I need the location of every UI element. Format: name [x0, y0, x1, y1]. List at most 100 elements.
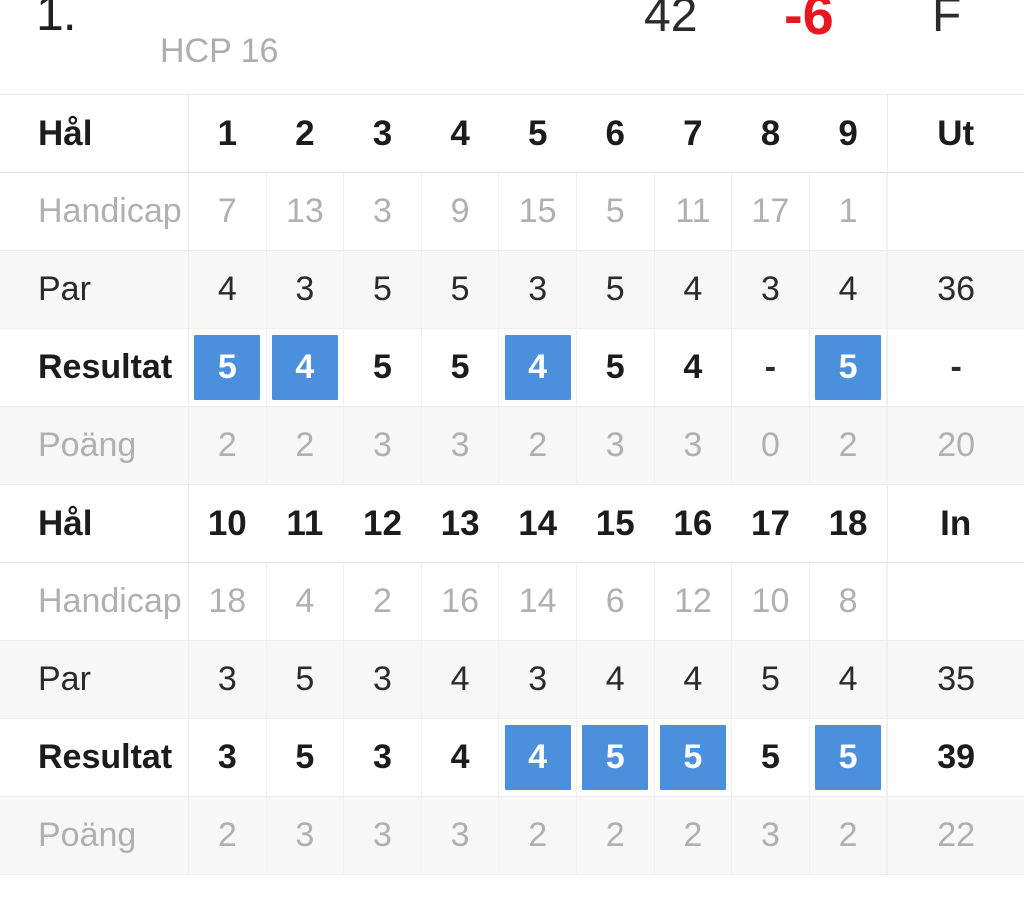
front-points-9: 2 — [810, 407, 888, 484]
back-hole-16[interactable]: 16 — [655, 485, 733, 562]
front-result-4[interactable]: 5 — [422, 329, 500, 406]
score-value: 5 — [373, 348, 392, 386]
front-handicap-3: 3 — [344, 173, 422, 250]
front-points-7: 3 — [655, 407, 733, 484]
back-result-17[interactable]: 5 — [732, 719, 810, 796]
player-rank: 1. — [36, 0, 77, 41]
front-result-2[interactable]: 4 — [267, 329, 345, 406]
front-result-1[interactable]: 5 — [189, 329, 267, 406]
front-result-7[interactable]: 4 — [655, 329, 733, 406]
back-total-header: In — [887, 485, 1024, 562]
front-result-8[interactable]: - — [732, 329, 810, 406]
back-result-13[interactable]: 4 — [422, 719, 500, 796]
front-hole-4[interactable]: 4 — [422, 95, 500, 172]
back-hole-11[interactable]: 11 — [267, 485, 345, 562]
back-par-total: 35 — [887, 641, 1024, 718]
player-summary-bar[interactable]: 1. HCP 16 42 -6 F — [0, 0, 1024, 95]
front-par-total: 36 — [887, 251, 1024, 328]
back-hole-17[interactable]: 17 — [732, 485, 810, 562]
front-handicap-1: 7 — [189, 173, 267, 250]
score-value: 4 — [450, 738, 470, 776]
back-points-row: Poäng 2 3 3 3 2 2 2 3 2 22 — [0, 797, 1024, 875]
back-points-11: 3 — [267, 797, 345, 874]
score-value: 3 — [373, 738, 392, 776]
back-hole-15[interactable]: 15 — [577, 485, 655, 562]
front-result-5[interactable]: 4 — [499, 329, 577, 406]
front-hole-2[interactable]: 2 — [267, 95, 345, 172]
front-handicap-4: 9 — [422, 173, 500, 250]
front-hole-5[interactable]: 5 — [499, 95, 577, 172]
back-hole-13[interactable]: 13 — [422, 485, 500, 562]
front-points-8: 0 — [732, 407, 810, 484]
front-hole-header-row: Hål 1 2 3 4 5 6 7 8 9 Ut — [0, 95, 1024, 173]
row-label-hole: Hål — [0, 95, 189, 172]
back-result-11[interactable]: 5 — [267, 719, 345, 796]
score-chip: 4 — [504, 725, 571, 790]
front-handicap-total — [887, 173, 1024, 250]
front-handicap-7: 11 — [655, 173, 733, 250]
bottom-spacer — [0, 875, 1024, 897]
back-par-11: 5 — [267, 641, 345, 718]
score-value: 5 — [605, 348, 625, 386]
row-label-par: Par — [0, 251, 189, 328]
front-points-4: 3 — [422, 407, 500, 484]
back-par-17: 5 — [732, 641, 810, 718]
score-chip: 5 — [194, 335, 261, 400]
front-hole-3[interactable]: 3 — [344, 95, 422, 172]
player-round-status: F — [932, 0, 962, 42]
back-result-10[interactable]: 3 — [189, 719, 267, 796]
scorecard-screen: 1. HCP 16 42 -6 F Hål 1 2 3 4 5 6 7 8 9 … — [0, 0, 1024, 907]
front-result-6[interactable]: 5 — [577, 329, 655, 406]
front-hole-6[interactable]: 6 — [577, 95, 655, 172]
front-handicap-6: 5 — [577, 173, 655, 250]
player-handicap: HCP 16 — [160, 32, 279, 70]
back-hole-12[interactable]: 12 — [344, 485, 422, 562]
row-label-handicap: Handicap — [0, 173, 189, 250]
back-result-12[interactable]: 3 — [344, 719, 422, 796]
back-par-row: Par 3 5 3 4 3 4 4 5 4 35 — [0, 641, 1024, 719]
back-handicap-15: 6 — [577, 563, 655, 640]
back-handicap-12: 2 — [344, 563, 422, 640]
back-result-18[interactable]: 5 — [810, 719, 888, 796]
back-points-17: 3 — [732, 797, 810, 874]
back-points-total: 22 — [887, 797, 1024, 874]
back-handicap-13: 16 — [422, 563, 500, 640]
front-result-9[interactable]: 5 — [810, 329, 888, 406]
back-points-12: 3 — [344, 797, 422, 874]
front-hole-9[interactable]: 9 — [810, 95, 888, 172]
front-handicap-2: 13 — [267, 173, 345, 250]
back-handicap-17: 10 — [732, 563, 810, 640]
scorecard-table: Hål 1 2 3 4 5 6 7 8 9 Ut Handicap 7 13 3… — [0, 95, 1024, 897]
back-hole-14[interactable]: 14 — [499, 485, 577, 562]
back-hole-18[interactable]: 18 — [810, 485, 888, 562]
back-result-15[interactable]: 5 — [577, 719, 655, 796]
row-label-par-back: Par — [0, 641, 189, 718]
score-value: 5 — [295, 738, 315, 776]
back-par-12: 3 — [344, 641, 422, 718]
back-handicap-16: 12 — [655, 563, 733, 640]
front-hole-7[interactable]: 7 — [655, 95, 733, 172]
score-empty: - — [764, 347, 777, 386]
score-chip: 4 — [504, 335, 571, 400]
front-hole-1[interactable]: 1 — [189, 95, 267, 172]
back-result-14[interactable]: 4 — [499, 719, 577, 796]
front-hole-8[interactable]: 8 — [732, 95, 810, 172]
back-par-14: 3 — [499, 641, 577, 718]
back-result-16[interactable]: 5 — [655, 719, 733, 796]
front-result-3[interactable]: 5 — [344, 329, 422, 406]
total-empty: - — [950, 347, 962, 386]
back-par-16: 4 — [655, 641, 733, 718]
score-chip: 5 — [815, 725, 882, 790]
front-par-2: 3 — [267, 251, 345, 328]
front-par-1: 4 — [189, 251, 267, 328]
row-label-points: Poäng — [0, 407, 189, 484]
front-handicap-row: Handicap 7 13 3 9 15 5 11 17 1 — [0, 173, 1024, 251]
back-hole-10[interactable]: 10 — [189, 485, 267, 562]
back-points-16: 2 — [655, 797, 733, 874]
player-total-score: 42 — [644, 0, 698, 42]
row-label-result: Resultat — [0, 329, 189, 406]
front-result-row: Resultat 5 4 5 5 4 5 4 - 5 - — [0, 329, 1024, 407]
total-value: 39 — [937, 738, 976, 776]
front-points-1: 2 — [189, 407, 267, 484]
front-handicap-9: 1 — [810, 173, 888, 250]
